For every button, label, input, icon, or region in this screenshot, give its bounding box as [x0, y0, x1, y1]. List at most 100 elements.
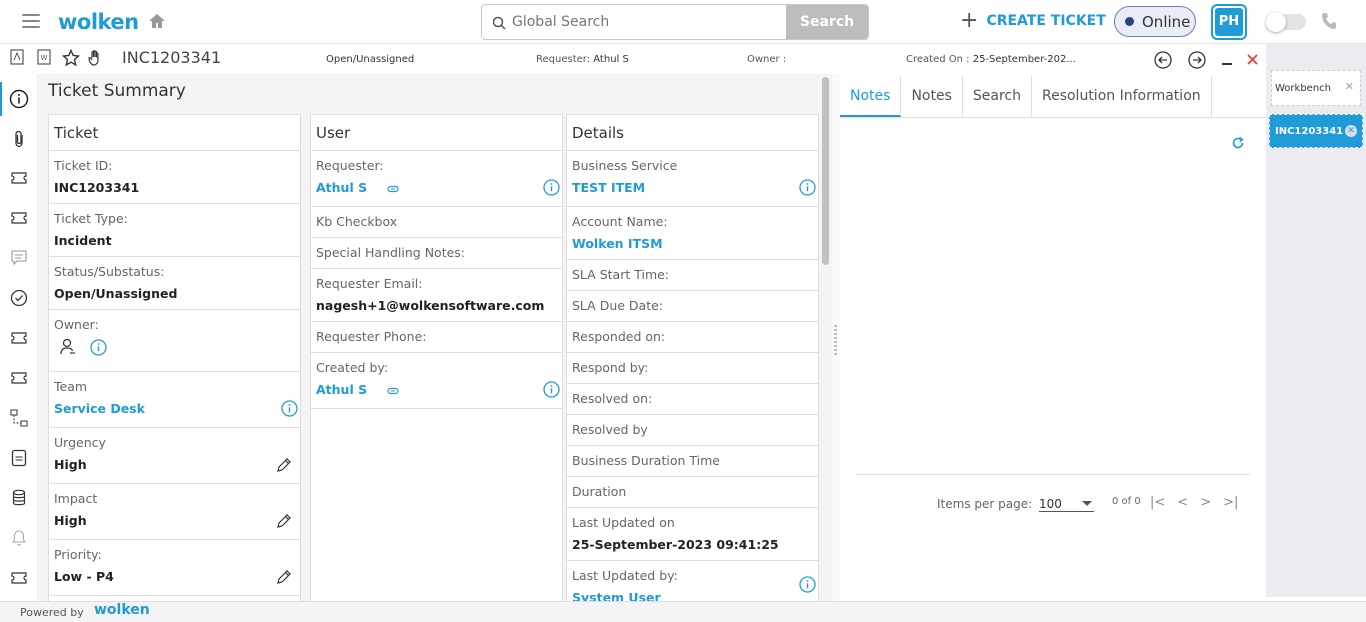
ticket-card: Ticket Ticket ID: INC1203341 Ticket Type…	[48, 114, 301, 601]
link-icon-2[interactable]	[387, 383, 399, 398]
requester-row: Requester: Athul S	[311, 151, 562, 207]
user-card-header: User	[311, 115, 562, 151]
prev-ticket-icon[interactable]	[1154, 51, 1172, 72]
next-page-icon[interactable]: >	[1200, 495, 1211, 510]
pdf-icon[interactable]	[10, 49, 24, 68]
ribbon-owner: Owner :	[747, 54, 787, 65]
last-updated-on-row: Last Updated on 25-September-2023 09:41:…	[567, 508, 818, 561]
ticket-icon-3[interactable]	[9, 328, 29, 348]
last-page-icon[interactable]: >|	[1223, 495, 1238, 510]
requester-phone-row: Requester Phone:	[311, 322, 562, 353]
edit-priority-icon[interactable]	[276, 569, 292, 588]
workbench-close-icon[interactable]: ✕	[1345, 80, 1354, 93]
respond-by-row: Respond by:	[567, 353, 818, 384]
menu-icon[interactable]	[22, 14, 40, 28]
first-page-icon[interactable]: |<	[1150, 495, 1165, 510]
left-sidebar	[0, 74, 38, 601]
link-icon[interactable]	[387, 181, 399, 196]
edit-urgency-icon[interactable]	[276, 457, 292, 476]
attachment-icon[interactable]	[9, 129, 29, 149]
star-icon[interactable]	[61, 48, 81, 70]
workbench-tab[interactable]: Workbench ✕	[1271, 70, 1361, 106]
details-card: Details Business Service TEST ITEM Accou…	[566, 114, 819, 601]
kb-checkbox-row: Kb Checkbox	[311, 207, 562, 238]
next-ticket-icon[interactable]	[1188, 51, 1206, 72]
edit-impact-icon[interactable]	[276, 513, 292, 532]
created-by-link[interactable]: Athul S	[316, 382, 367, 397]
last-updated-info-icon[interactable]	[799, 576, 816, 596]
ribbon-created: Created On : 25-September-202...	[906, 54, 1076, 65]
paginator: Items per page: 100 0 of 0 |< < > >|	[856, 474, 1250, 512]
user-icon[interactable]	[60, 338, 76, 359]
database-icon[interactable]	[9, 488, 29, 508]
close-icon[interactable]	[1247, 54, 1258, 68]
owner-row: Owner:	[49, 310, 300, 372]
ticket-icon[interactable]	[9, 168, 29, 188]
workflow-icon[interactable]	[9, 408, 29, 428]
resize-grip-icon[interactable]	[834, 325, 837, 355]
ticket-icon-2[interactable]	[9, 208, 29, 228]
resolved-on-row: Resolved on:	[567, 384, 818, 415]
pager-nav: |< < > >|	[1150, 495, 1238, 510]
create-ticket-label: CREATE TICKET	[986, 13, 1106, 29]
online-dot-icon	[1125, 17, 1134, 26]
ticket-type-row: Ticket Type: Incident	[49, 204, 300, 257]
bell-icon[interactable]	[9, 528, 29, 548]
search-icon	[492, 15, 506, 34]
footer-logo: wolken	[94, 602, 150, 618]
top-bar: wolken Search + CREATE TICKET Online PH	[0, 0, 1366, 44]
user-card: User Requester: Athul S Kb Checkbox Spec…	[310, 114, 563, 601]
phone-icon[interactable]	[1321, 12, 1337, 34]
minimize-icon[interactable]	[1222, 58, 1232, 69]
avatar[interactable]: PH	[1211, 4, 1247, 40]
ribbon-status: Open/Unassigned	[326, 54, 415, 65]
workbench-ticket-close-icon[interactable]: ✕	[1345, 125, 1357, 137]
theme-toggle[interactable]	[1266, 12, 1306, 32]
workbench-ticket-tab[interactable]: INC1203341 ✕	[1269, 114, 1363, 148]
ticket-icon-5[interactable]	[9, 568, 29, 588]
document-icon[interactable]	[9, 448, 29, 468]
business-service-info-icon[interactable]	[799, 179, 816, 199]
team-info-icon[interactable]	[281, 400, 298, 420]
workbench-ticket-label: INC1203341	[1275, 126, 1344, 137]
wolken-logo[interactable]: wolken	[58, 10, 139, 34]
tab-resolution-information[interactable]: Resolution Information	[1032, 76, 1212, 117]
info-icon[interactable]	[9, 89, 29, 109]
created-by-info-icon[interactable]	[543, 381, 560, 401]
powered-by: Powered by	[20, 606, 84, 619]
footer: Powered by wolken	[0, 601, 1366, 622]
requester-link[interactable]: Athul S	[316, 180, 367, 195]
check-circle-icon[interactable]	[9, 288, 29, 308]
ticket-card-header: Ticket	[49, 115, 300, 151]
owner-info-icon[interactable]	[90, 338, 107, 359]
word-icon[interactable]: W	[37, 49, 51, 68]
ticket-id-row: Ticket ID: INC1203341	[49, 151, 300, 204]
ticket-ribbon: W INC1203341 Open/Unassigned Requester: …	[0, 44, 1266, 74]
business-service-row: Business Service TEST ITEM	[567, 151, 818, 207]
hand-icon[interactable]	[88, 49, 104, 70]
refresh-icon[interactable]	[1231, 135, 1245, 154]
main-scrollbar[interactable]	[822, 77, 829, 265]
tab-search[interactable]: Search	[963, 76, 1032, 117]
prev-page-icon[interactable]: <	[1177, 495, 1188, 510]
impact-row: Impact High	[49, 484, 300, 540]
priority-row: Priority: Low - P4	[49, 540, 300, 596]
chevron-down-icon	[1082, 501, 1092, 506]
ribbon-requester: Requester: Athul S	[536, 54, 629, 65]
created-by-row: Created by: Athul S	[311, 353, 562, 409]
items-per-page-select[interactable]: 100	[1039, 497, 1094, 512]
global-search-input[interactable]	[512, 12, 752, 32]
business-duration-row: Business Duration Time	[567, 446, 818, 477]
tab-notes-active[interactable]: Notes	[840, 76, 902, 117]
search-button[interactable]: Search	[786, 5, 868, 39]
special-handling-row: Special Handling Notes:	[311, 238, 562, 269]
ticket-icon-4[interactable]	[9, 368, 29, 388]
tab-notes[interactable]: Notes	[901, 76, 963, 117]
plus-icon: +	[960, 8, 979, 33]
home-icon[interactable]	[147, 12, 167, 30]
requester-info-icon[interactable]	[543, 179, 560, 199]
comment-icon[interactable]	[9, 248, 29, 268]
status-toggle[interactable]: Online	[1114, 6, 1196, 37]
status-label: Online	[1142, 12, 1191, 31]
create-ticket-button[interactable]: + CREATE TICKET	[960, 8, 1106, 33]
